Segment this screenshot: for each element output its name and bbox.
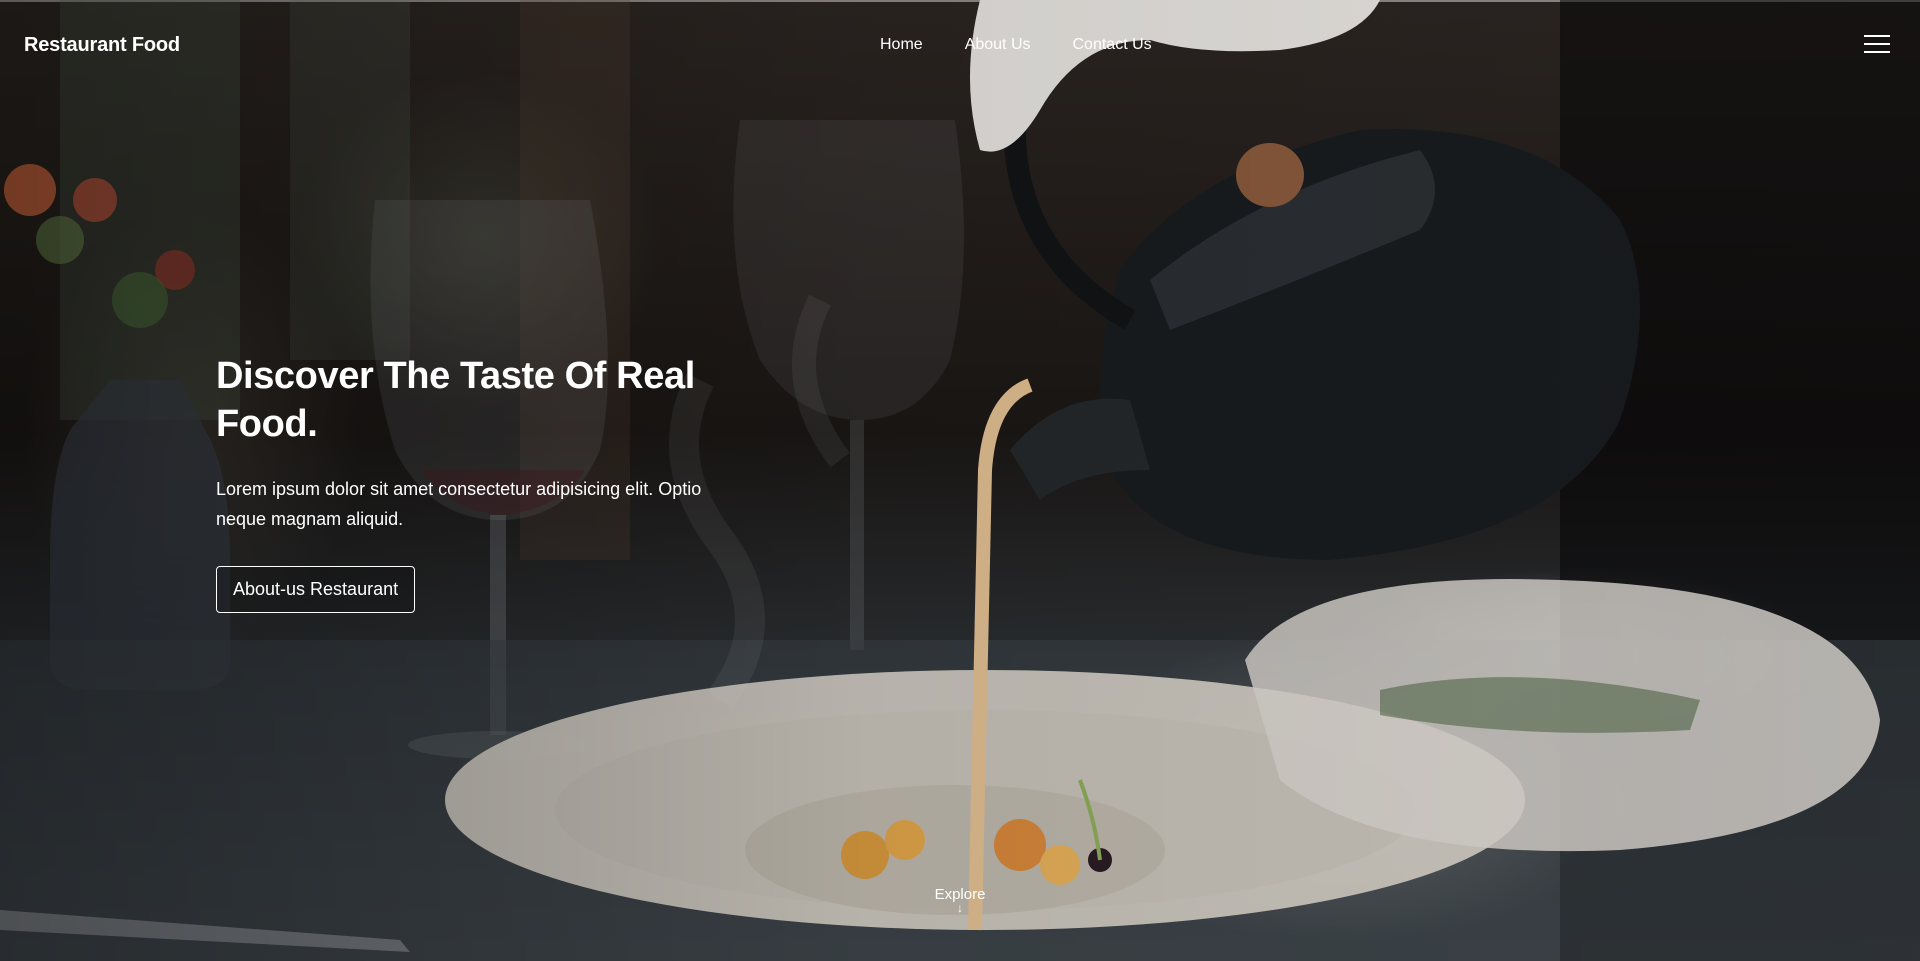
hamburger-line (1864, 51, 1890, 53)
nav-link-home[interactable]: Home (880, 36, 923, 54)
hero-content: Discover The Taste Of Real Food. Lorem i… (216, 352, 776, 613)
hamburger-line (1864, 35, 1890, 37)
hamburger-line (1864, 43, 1890, 45)
hero-title: Discover The Taste Of Real Food. (216, 355, 695, 445)
nav-links: Home About Us Contact Us (880, 36, 1152, 54)
explore-link[interactable]: Explore ↓ (0, 886, 1920, 915)
nav-link-contact-us[interactable]: Contact Us (1073, 36, 1152, 54)
hero-section: Restaurant Food Home About Us Contact Us… (0, 0, 1920, 961)
top-navbar: Restaurant Food Home About Us Contact Us (0, 0, 1920, 92)
brand-logo-link[interactable]: Restaurant Food (24, 34, 180, 57)
nav-link-about-us[interactable]: About Us (965, 36, 1031, 54)
about-us-restaurant-button[interactable]: About-us Restaurant (216, 566, 416, 613)
arrow-down-icon: ↓ (957, 901, 963, 915)
hero-description: Lorem ipsum dolor sit amet consectetur a… (216, 479, 702, 529)
hamburger-icon[interactable] (1864, 35, 1890, 57)
